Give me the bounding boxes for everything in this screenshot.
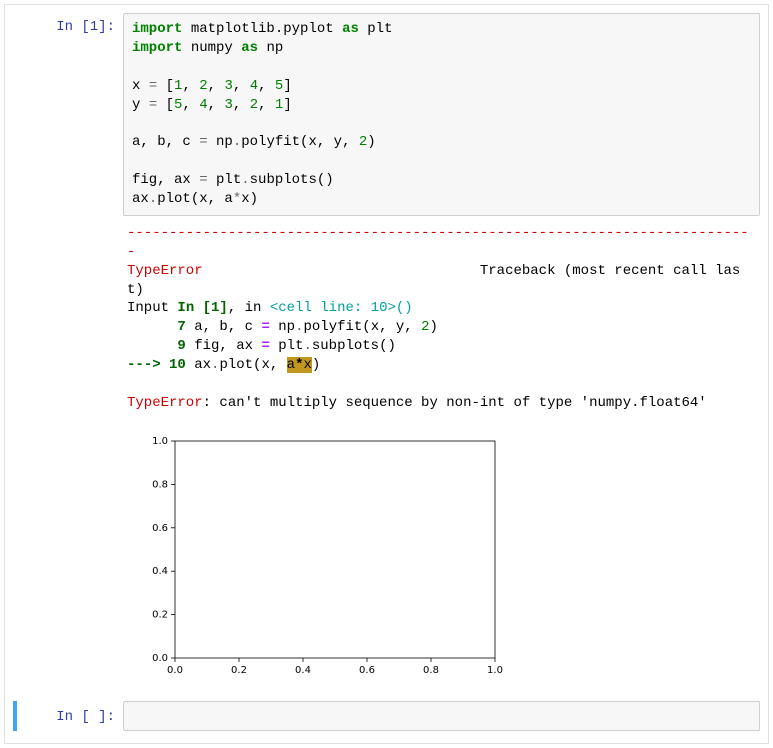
svg-text:0.2: 0.2 <box>231 665 247 676</box>
plot-output: 0.0 0.2 0.4 0.6 0.8 1.0 0.0 0.2 0.4 0.6 0.8 1.0 <box>127 431 760 689</box>
cell-body: import matplotlib.pyplot as plt import n… <box>123 13 760 689</box>
svg-text:0.2: 0.2 <box>152 609 168 620</box>
input-prompt: In [ ]: <box>56 709 115 725</box>
input-prompt: In [1]: <box>56 19 115 35</box>
svg-text:0.6: 0.6 <box>152 523 168 534</box>
svg-text:0.8: 0.8 <box>423 665 439 676</box>
notebook: In [1]: import matplotlib.pyplot as plt … <box>4 4 769 744</box>
code-cell-1: In [1]: import matplotlib.pyplot as plt … <box>5 9 768 693</box>
svg-text:0.4: 0.4 <box>152 566 168 577</box>
code-cell-2[interactable]: In [ ]: <box>13 701 760 731</box>
svg-text:0.0: 0.0 <box>167 665 183 676</box>
output-area: ----------------------------------------… <box>123 216 760 689</box>
code-input-empty[interactable] <box>123 701 760 731</box>
svg-text:0.8: 0.8 <box>152 479 168 490</box>
traceback: ----------------------------------------… <box>123 222 760 423</box>
svg-text:1.0: 1.0 <box>152 436 168 447</box>
svg-text:1.0: 1.0 <box>487 665 503 676</box>
input-prompt-area: In [1]: <box>13 13 123 689</box>
svg-text:0.4: 0.4 <box>295 665 311 676</box>
empty-axes-plot: 0.0 0.2 0.4 0.6 0.8 1.0 0.0 0.2 0.4 0.6 0.8 1.0 <box>127 431 507 686</box>
svg-text:0.0: 0.0 <box>152 653 168 664</box>
input-prompt-area: In [ ]: <box>17 701 123 731</box>
svg-text:0.6: 0.6 <box>359 665 375 676</box>
code-input[interactable]: import matplotlib.pyplot as plt import n… <box>123 13 760 216</box>
